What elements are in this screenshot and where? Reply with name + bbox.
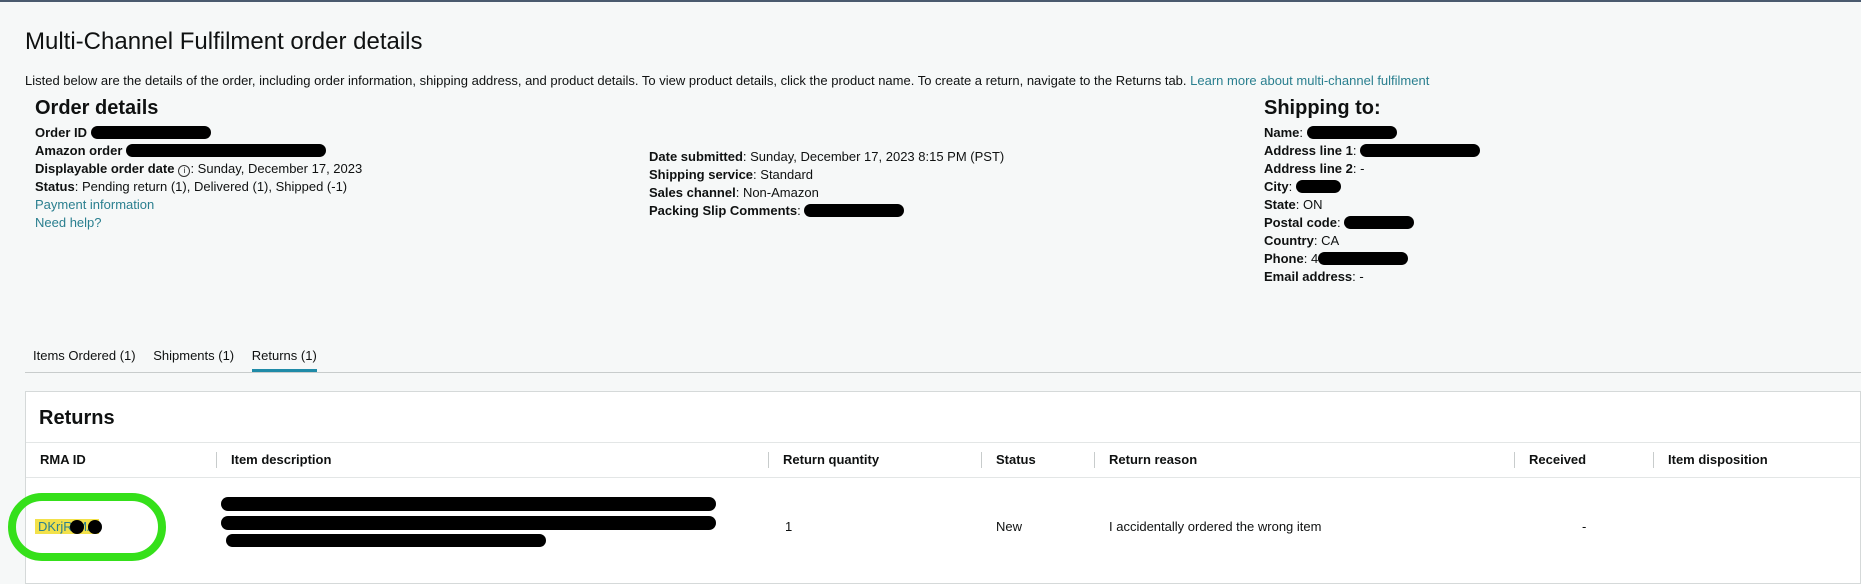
column-divider <box>768 452 769 468</box>
shipping-to-section: Shipping to: Name: Address line 1: Addre… <box>1264 96 1481 286</box>
top-border <box>0 0 1861 2</box>
amazon-order-label: Amazon order <box>35 143 123 158</box>
column-divider <box>216 452 217 468</box>
order-id-row: Order ID <box>35 124 362 142</box>
column-divider <box>1653 452 1654 468</box>
address-line-1-row: Address line 1: <box>1264 142 1481 160</box>
order-meta-section: Date submitted: Sunday, December 17, 202… <box>649 148 1004 220</box>
shipping-service-row: Shipping service: Standard <box>649 166 1004 184</box>
order-id-label: Order ID <box>35 125 88 140</box>
phone-row: Phone: 4 <box>1264 250 1480 268</box>
intro-description: Listed below are the details of the orde… <box>25 73 1187 88</box>
state-row: State: ON <box>1264 196 1480 214</box>
date-submitted-row: Date submitted: Sunday, December 17, 202… <box>649 148 1004 166</box>
packing-slip-label: Packing Slip Comments <box>649 203 798 218</box>
intro-text: Listed below are the details of the orde… <box>25 73 1429 88</box>
country-label: Country <box>1264 233 1314 248</box>
need-help-link[interactable]: Need help? <box>35 214 362 232</box>
status-cell: New <box>996 519 1023 534</box>
column-item-disposition: Item disposition <box>1668 452 1768 467</box>
date-submitted-label: Date submitted <box>649 149 743 164</box>
shipping-service-label: Shipping service <box>649 167 754 182</box>
state-label: State <box>1264 197 1296 212</box>
sales-channel-row: Sales channel: Non-Amazon <box>649 184 1004 202</box>
column-status: Status <box>996 452 1036 467</box>
address-line-1-label: Address line 1 <box>1264 143 1353 158</box>
postal-code-label: Postal code <box>1264 215 1337 230</box>
country-row: Country: CA <box>1264 232 1480 250</box>
column-rma-id: RMA ID <box>40 452 86 467</box>
address-line-2-label: Address line 2 <box>1264 161 1353 176</box>
phone-value: : 4 <box>1303 251 1319 266</box>
address-line-2-value: : - <box>1352 161 1365 176</box>
redaction-mark <box>221 497 716 511</box>
tabs-divider <box>25 372 1861 373</box>
packing-slip-row: Packing Slip Comments: <box>649 202 1004 220</box>
sales-channel-label: Sales channel <box>649 185 736 200</box>
order-tabs: Items Ordered (1) Shipments (1) Returns … <box>33 348 331 372</box>
info-icon[interactable]: i <box>178 165 191 177</box>
order-details-section: Order details Order ID Amazon order Disp… <box>35 96 362 232</box>
redaction-mark <box>1295 180 1341 193</box>
postal-code-row: Postal code: <box>1264 214 1480 232</box>
email-value: : - <box>1352 269 1364 284</box>
redaction-mark <box>1360 144 1481 157</box>
sales-channel-value: : Non-Amazon <box>735 185 819 200</box>
redaction-mark <box>1318 252 1409 265</box>
city-row: City: <box>1264 178 1480 196</box>
returns-panel: Returns RMA ID Item description Return q… <box>8 391 1861 584</box>
displayable-date-label: Displayable order date <box>35 161 175 176</box>
received-cell: - <box>1582 519 1587 534</box>
amazon-order-row: Amazon order <box>35 142 362 160</box>
tab-returns[interactable]: Returns (1) <box>251 348 317 372</box>
email-row: Email address: - <box>1264 268 1480 286</box>
status-value: : Pending return (1), Delivered (1), Shi… <box>74 179 348 194</box>
redaction-mark <box>221 516 716 530</box>
redaction-mark <box>226 534 546 547</box>
returns-table-header: RMA ID Item description Return quantity … <box>26 442 1860 478</box>
learn-more-link[interactable]: Learn more about multi-channel fulfilmen… <box>1190 73 1429 88</box>
tab-shipments[interactable]: Shipments (1) <box>153 348 234 369</box>
redaction-mark <box>804 204 905 217</box>
column-return-quantity: Return quantity <box>783 452 880 467</box>
status-label: Status <box>35 179 75 194</box>
returns-heading: Returns <box>39 407 115 429</box>
redaction-mark <box>126 144 327 157</box>
column-divider <box>981 452 982 468</box>
date-submitted-value: : Sunday, December 17, 2023 8:15 PM (PST… <box>742 149 1005 164</box>
address-line-2-row: Address line 2: - <box>1264 160 1480 178</box>
country-value: : CA <box>1313 233 1340 248</box>
column-received: Received <box>1529 452 1587 467</box>
column-item-description: Item description <box>231 452 332 467</box>
payment-information-link[interactable]: Payment information <box>35 196 362 214</box>
city-label: City <box>1264 179 1289 194</box>
shipping-service-value: : Standard <box>753 167 814 182</box>
shipping-to-heading: Shipping to: <box>1264 97 1381 119</box>
redaction-mark <box>90 126 211 139</box>
column-divider <box>1514 452 1515 468</box>
tab-items-ordered[interactable]: Items Ordered (1) <box>33 348 136 369</box>
page-title: Multi-Channel Fulfilment order details <box>25 28 423 55</box>
name-label: Name <box>1264 125 1300 140</box>
return-reason-cell: I accidentally ordered the wrong item <box>1109 519 1322 534</box>
annotation-circle <box>8 493 166 561</box>
displayable-date-row: Displayable order date i: Sunday, Decembe… <box>35 160 362 178</box>
email-label: Email address <box>1264 269 1353 284</box>
phone-label: Phone <box>1264 251 1304 266</box>
redaction-mark <box>1306 126 1397 139</box>
column-divider <box>1094 452 1095 468</box>
redaction-mark <box>1344 216 1415 229</box>
state-value: : ON <box>1295 197 1323 212</box>
status-row: Status: Pending return (1), Delivered (1… <box>35 178 362 196</box>
name-row: Name: <box>1264 124 1480 142</box>
displayable-date-value: : Sunday, December 17, 2023 <box>190 161 363 176</box>
return-quantity-cell: 1 <box>785 519 793 534</box>
order-details-heading: Order details <box>35 97 159 119</box>
column-return-reason: Return reason <box>1109 452 1198 467</box>
